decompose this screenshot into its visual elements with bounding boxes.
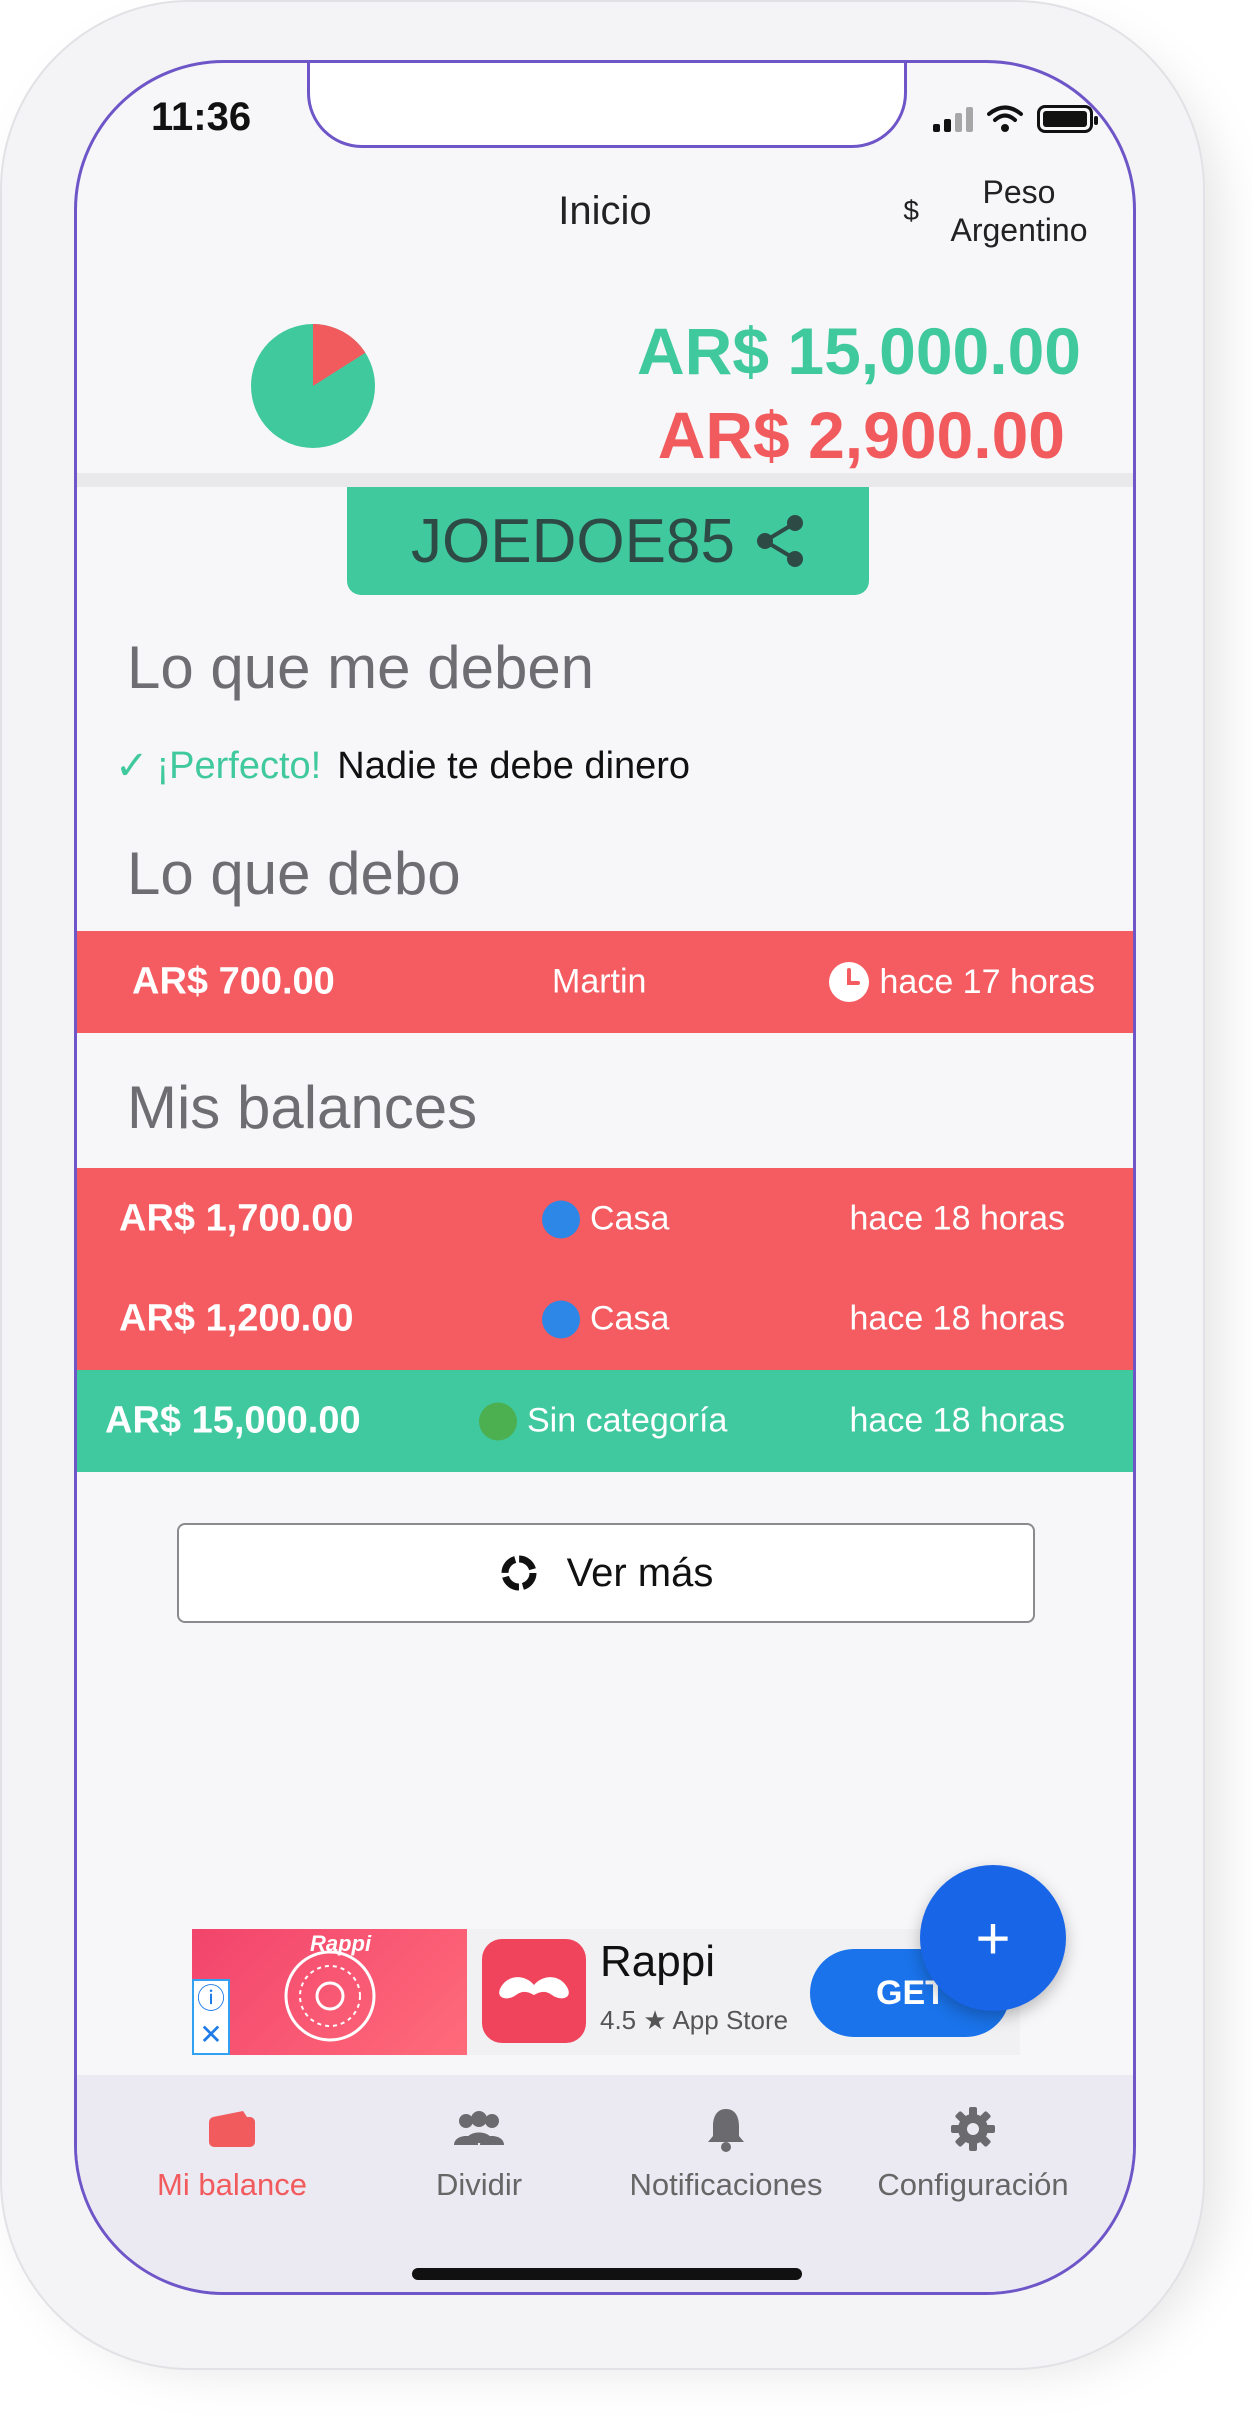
nav-label: Configuración	[877, 2167, 1069, 2202]
status-time: 11:36	[151, 95, 252, 139]
balance-pie-chart	[251, 324, 375, 448]
status-icons	[933, 105, 1098, 133]
add-expense-button[interactable]: +	[920, 1865, 1066, 2011]
balance-amount: AR$ 1,200.00	[119, 1297, 354, 1340]
ad-rating: 4.5 ★ App Store	[600, 2005, 789, 2035]
check-icon: ✓	[115, 744, 149, 788]
nav-item-split[interactable]: Dividir	[359, 2099, 599, 2203]
info-icon[interactable]: ⓘ	[197, 1985, 225, 2013]
ad-brand-small: Rappi	[310, 1931, 372, 1956]
section-title-i-owe: Lo que debo	[127, 840, 461, 907]
ad-image[interactable]: Rappi ⓘ ✕	[192, 1929, 467, 2055]
wifi-icon	[987, 105, 1023, 132]
debt-time: hace 17 horas	[828, 961, 1096, 1003]
see-more-label: Ver más	[566, 1550, 714, 1595]
notch	[307, 63, 907, 148]
cellular-signal-icon	[933, 106, 973, 132]
balance-row[interactable]: AR$ 1,700.00 Casa hace 18 horas	[77, 1168, 1133, 1270]
balance-category: Casa	[542, 1300, 669, 1339]
gear-icon	[951, 2107, 995, 2151]
bell-icon	[708, 2109, 744, 2152]
balance-category: Sin categoría	[479, 1402, 727, 1441]
nav-label: Dividir	[435, 2167, 523, 2202]
currency-label-line1: Peso	[982, 174, 1056, 210]
divider	[77, 473, 1133, 487]
balance-row[interactable]: AR$ 15,000.00 Sin categoría hace 18 hora…	[77, 1370, 1133, 1472]
balance-category-label: Casa	[590, 1199, 670, 1238]
currency-selector[interactable]: $ Peso Argentino	[903, 173, 1099, 249]
bottom-navigation: Mi balance Dividir Notificaciones Config…	[77, 2075, 1133, 2292]
ad-info-controls: ⓘ ✕	[192, 1979, 230, 2055]
category-color-dot	[479, 1402, 517, 1440]
category-color-dot	[542, 1200, 580, 1238]
see-more-button[interactable]: Ver más	[177, 1523, 1035, 1623]
nav-item-notifications[interactable]: Notificaciones	[606, 2099, 846, 2203]
debt-row[interactable]: AR$ 700.00 Martin hace 17 horas	[77, 931, 1133, 1033]
balance-time: hace 18 horas	[849, 1299, 1066, 1338]
rappi-logo	[482, 1939, 586, 2043]
ad-app-name: Rappi	[600, 1937, 715, 1986]
balance-category: Casa	[542, 1200, 669, 1239]
debt-time-text: hace 17 horas	[879, 962, 1096, 1001]
close-icon[interactable]: ✕	[199, 2021, 222, 2049]
total-i-owe: AR$ 2,900.00	[657, 398, 1065, 472]
share-code: JOEDOE85	[411, 506, 735, 576]
nav-item-my-balance[interactable]: Mi balance	[112, 2099, 352, 2203]
home-indicator	[412, 2268, 802, 2280]
group-icon	[454, 2111, 504, 2145]
balance-category-label: Casa	[590, 1299, 670, 1338]
loading-spinner-icon	[501, 1555, 537, 1591]
wallet-icon	[209, 2111, 255, 2147]
empty-state-lead: ¡Perfecto!	[156, 744, 322, 787]
debt-amount: AR$ 700.00	[132, 960, 335, 1003]
balance-amount: AR$ 1,700.00	[119, 1197, 354, 1240]
share-icon	[756, 515, 803, 567]
app-screen: 11:36 Inicio $ Peso Argentino AR$ 15,000…	[74, 60, 1136, 2295]
empty-state-message: ✓ ¡Perfecto! Nadie te debe dinero	[115, 743, 690, 789]
mustache-icon	[499, 1977, 569, 1999]
section-title-balances: Mis balances	[127, 1074, 478, 1141]
donut-icon	[284, 1950, 375, 2042]
category-color-dot	[542, 1300, 580, 1338]
phone-frame: 11:36 Inicio $ Peso Argentino AR$ 15,000…	[0, 0, 1205, 2370]
battery-icon	[1037, 105, 1098, 133]
balance-category-label: Sin categoría	[527, 1401, 728, 1440]
balance-time: hace 18 horas	[849, 1401, 1066, 1440]
ad-banner[interactable]: Rappi ⓘ ✕ Rappi 4.5 ★ App Store GET	[192, 1929, 1020, 2055]
debt-person: Martin	[552, 962, 647, 1001]
currency-label-line2: Argentino	[950, 212, 1088, 248]
nav-item-settings[interactable]: Configuración	[853, 2099, 1093, 2203]
clock-icon	[828, 962, 869, 1002]
currency-label: Peso Argentino	[939, 173, 1099, 249]
section-title-owed-to-me: Lo que me deben	[127, 634, 595, 701]
currency-symbol: $	[903, 195, 919, 226]
share-code-button[interactable]: JOEDOE85	[347, 487, 869, 595]
nav-label: Mi balance	[157, 2167, 307, 2202]
nav-label: Notificaciones	[629, 2167, 823, 2202]
balance-row[interactable]: AR$ 1,200.00 Casa hace 18 horas	[77, 1268, 1133, 1370]
balance-time: hace 18 horas	[849, 1199, 1066, 1238]
total-owed-to-me: AR$ 15,000.00	[637, 314, 1081, 388]
balance-amount: AR$ 15,000.00	[105, 1399, 361, 1442]
empty-state-text: Nadie te debe dinero	[337, 744, 691, 787]
